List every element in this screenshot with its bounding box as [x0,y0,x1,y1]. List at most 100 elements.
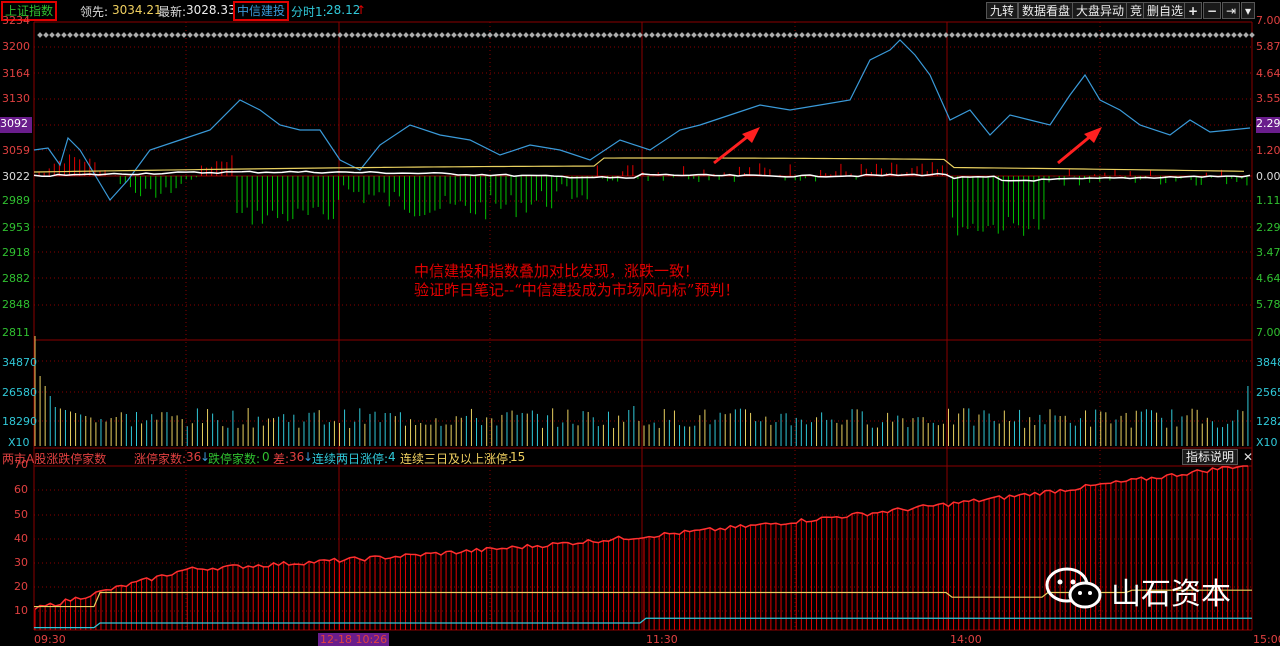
axis-tick: 30 [14,556,28,569]
marker-diamond [535,32,541,38]
axis-tick: 2918 [2,246,30,259]
marker-diamond [619,32,625,38]
marker-diamond [709,32,715,38]
marker-diamond [409,32,415,38]
marker-diamond [757,32,763,38]
time-cursor-label: 12-18 10:26 [318,633,390,646]
marker-diamond [157,32,163,38]
marker-diamond [859,32,865,38]
marker-diamond [457,32,463,38]
marker-diamond [1237,32,1243,38]
two-day-line [34,617,1252,629]
marker-diamond [763,32,769,38]
axis-tick: 7.00 [1256,14,1280,27]
marker-diamond [1171,32,1177,38]
marker-diamond [853,32,859,38]
marker-diamond [565,32,571,38]
price-diff-bars [33,154,1248,236]
marker-diamond [1099,32,1105,38]
two-day-label: 连续两日涨停: [312,452,389,466]
axis-tick: 3164 [2,67,30,80]
axis-tick: 60 [14,483,28,496]
marker-diamond [973,32,979,38]
marker-diamond [181,32,187,38]
marker-diamond [649,32,655,38]
axis-tick: 2811 [2,326,30,339]
marker-diamond [295,32,301,38]
marker-diamond [643,32,649,38]
marker-diamond [145,32,151,38]
marker-diamond [601,32,607,38]
close-icon[interactable]: ✕ [1243,450,1253,464]
three-day-value: 15 [510,450,526,464]
marker-diamond [1177,32,1183,38]
marker-diamond [271,32,277,38]
marker-diamond [1057,32,1063,38]
marker-diamond [61,32,67,38]
marker-diamond [241,32,247,38]
marker-diamond [1189,32,1195,38]
marker-diamond [901,32,907,38]
marker-diamond [1213,32,1219,38]
marker-diamond [817,32,823,38]
marker-diamond [421,32,427,38]
axis-tick: 3.47 [1256,246,1280,259]
marker-diamond [691,32,697,38]
volume-bars [34,336,1249,446]
marker-diamond [37,32,43,38]
two-day-value: 4 [388,450,396,464]
marker-diamond [607,32,613,38]
marker-diamond [427,32,433,38]
marker-diamond [139,32,145,38]
axis-tick: 26580 [2,386,37,399]
marker-diamond [943,32,949,38]
marker-diamond [1153,32,1159,38]
marker-diamond [1111,32,1117,38]
marker-diamond [727,32,733,38]
indicator-help-button[interactable]: 指标说明 [1182,449,1239,465]
marker-diamond [337,32,343,38]
axis-tick: 20 [14,580,28,593]
axis-tick: 0.00 [1256,170,1280,183]
time-label: 15:00 [1253,633,1280,646]
marker-diamond [1117,32,1123,38]
marker-diamond [469,32,475,38]
marker-diamond [307,32,313,38]
marker-diamond [229,32,235,38]
marker-diamond [517,32,523,38]
marker-diamond [841,32,847,38]
marker-diamond [1219,32,1225,38]
marker-diamond [445,32,451,38]
axis-tick: 1.20 [1256,144,1280,157]
marker-diamond [451,32,457,38]
marker-diamond [283,32,289,38]
annotation-text: 中信建投和指数叠加对比发现，涨跌一致！ 验证昨日笔记--“中信建投成为市场风向标… [414,262,739,300]
marker-diamond [739,32,745,38]
marker-diamond [1081,32,1087,38]
axis-tick: 3200 [2,40,30,53]
marker-diamond [1183,32,1189,38]
axis-tick: 4.64 [1256,272,1280,285]
marker-diamond [277,32,283,38]
marker-diamond [511,32,517,38]
marker-diamond [805,32,811,38]
chart-canvas[interactable] [0,0,1280,646]
marker-diamond [661,32,667,38]
marker-diamond [1159,32,1165,38]
axis-tick: 40 [14,532,28,545]
marker-diamond [1033,32,1039,38]
annotation-line: 验证昨日笔记--“中信建投成为市场风向标”预判！ [414,281,740,299]
marker-diamond [391,32,397,38]
marker-diamond [925,32,931,38]
marker-diamond [745,32,751,38]
marker-diamond [829,32,835,38]
marker-diamond [751,32,757,38]
marker-diamond [505,32,511,38]
marker-diamond [331,32,337,38]
marker-diamond [655,32,661,38]
marker-diamond [109,32,115,38]
marker-diamond [1027,32,1033,38]
marker-diamond [667,32,673,38]
marker-diamond [217,32,223,38]
marker-diamond [1039,32,1045,38]
